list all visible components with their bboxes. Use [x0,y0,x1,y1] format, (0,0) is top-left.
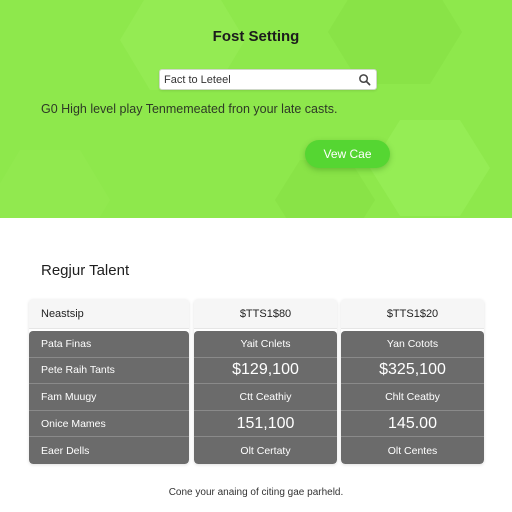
table-column-plan-1: $TTS1$80 Yait Cnlets $129,100 Ctt Ceathi… [194,299,337,464]
hero-banner: Fost Setting G0 High level play Tenmemea… [0,0,512,218]
table-row-label: Eaer Dells [41,444,90,457]
table-cell: Olt Certaty [240,444,291,457]
footer-subtext: ... [252,506,260,512]
table-cell: 145.00 [341,411,484,438]
footer-text: Cone your anaing of citing gae parheld. [168,487,344,498]
table-cell: $325,100 [341,358,484,385]
section-title: Regjur Talent [41,262,130,279]
search-icon[interactable] [358,73,371,86]
column-header[interactable]: Neastsip [29,299,189,329]
view-case-button[interactable]: Vew Cae [305,140,390,168]
column-body: Yait Cnlets $129,100 Ctt Ceathiy 151,100… [194,331,337,464]
table-row-label: Fam Muugy [29,384,189,411]
search-bar[interactable] [159,69,377,90]
table-column-labels: Neastsip Pata Finas Pete Raih Tants Fam … [29,299,189,464]
table-cell: Yait Cnlets [194,331,337,358]
table-column-plan-2: $TTS1$20 Yan Cotots $325,100 Chlt Ceatby… [341,299,484,464]
table-cell: Olt Centes [387,444,438,457]
search-input[interactable] [164,71,344,89]
table-row-label: Pata Finas [29,331,189,358]
table-cell: $129,100 [194,358,337,385]
hero-subtitle: G0 High level play Tenmemeated fron your… [41,102,338,116]
table-row-label: Onice Mames [29,411,189,438]
table-cell: Ctt Ceathiy [194,384,337,411]
column-header[interactable]: $TTS1$20 [341,299,484,329]
column-header[interactable]: $TTS1$80 [194,299,337,329]
page-title: Fost Setting [212,28,300,45]
table-cell: Yan Cotots [341,331,484,358]
table-cell: Chlt Ceatby [341,384,484,411]
column-body: Yan Cotots $325,100 Chlt Ceatby 145.00 O… [341,331,484,464]
table-cell: 151,100 [194,411,337,438]
column-body: Pata Finas Pete Raih Tants Fam Muugy Oni… [29,331,189,464]
table-row-label: Pete Raih Tants [29,358,189,385]
